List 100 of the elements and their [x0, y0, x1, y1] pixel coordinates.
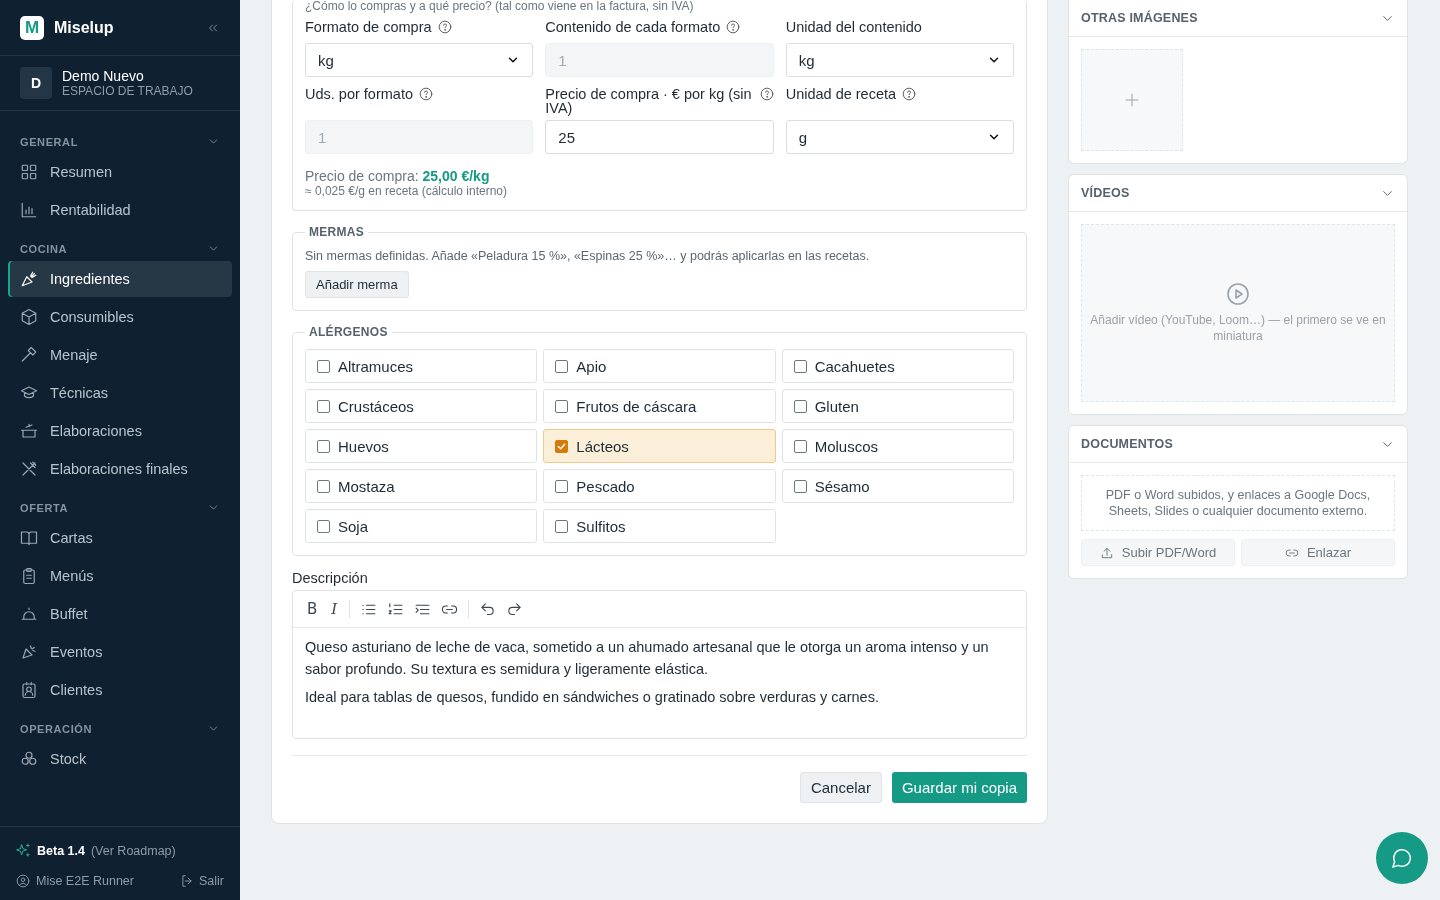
field-label: Unidad de receta: [785, 87, 897, 101]
section-heading: GENERAL: [20, 135, 78, 148]
box-icon: [20, 308, 38, 326]
checkbox[interactable]: [317, 519, 330, 533]
rich-text-editor[interactable]: [292, 590, 1027, 739]
book-icon: [20, 529, 38, 547]
nav-item[interactable]: Eventos: [8, 634, 232, 670]
boxes-icon: [20, 750, 38, 768]
nav-item[interactable]: Elaboraciones finales: [8, 451, 232, 487]
help-icon[interactable]: [902, 87, 917, 101]
nav-item[interactable]: Rentabilidad: [8, 192, 232, 228]
hint-text: ¿Cómo lo compras y a qué precio? (tal como viene en la factura, sin IVA): [305, 0, 695, 12]
logout-button[interactable]: Salir: [180, 874, 224, 888]
plus-icon: [1123, 91, 1141, 109]
nav-item[interactable]: Técnicas: [8, 375, 232, 411]
nav-item[interactable]: Buffet: [8, 596, 232, 632]
allergen-option[interactable]: Apio: [543, 349, 776, 383]
chat-button[interactable]: [1376, 832, 1428, 884]
nav-item[interactable]: Cartas: [8, 520, 232, 556]
version-label: Beta 1.4: [37, 843, 85, 858]
nav-item[interactable]: Clientes: [8, 672, 232, 708]
allergen-option[interactable]: Huevos: [305, 429, 538, 463]
allergen-option[interactable]: Pescado: [543, 469, 776, 503]
party-popper-icon: [20, 643, 38, 661]
allergen-option[interactable]: Lácteos: [543, 429, 776, 463]
select-field[interactable]: kg: [305, 43, 534, 77]
bell-icon: [20, 605, 38, 623]
allergen-option[interactable]: Gluten: [781, 389, 1014, 423]
allergen-option[interactable]: Sésamo: [781, 469, 1014, 503]
format-button[interactable]: I: [329, 600, 340, 618]
price-note: ≈ 0,025 €/g en receta (cálculo interno): [305, 184, 509, 198]
checkbox[interactable]: [793, 479, 807, 493]
nav-item[interactable]: Ingredientes: [8, 261, 232, 297]
allergen-option[interactable]: Sulfitos: [543, 509, 776, 543]
undo-icon[interactable]: [479, 600, 497, 618]
allergen-option[interactable]: Soja: [305, 509, 538, 543]
checkbox[interactable]: [555, 479, 569, 493]
nav-item[interactable]: Consumibles: [8, 299, 232, 335]
checkbox[interactable]: [555, 439, 569, 453]
allergen-option[interactable]: Altramuces: [305, 349, 538, 383]
field-label: Uds. por formato: [305, 87, 413, 101]
add-image-tile[interactable]: [1081, 49, 1183, 151]
checkbox[interactable]: [555, 399, 569, 413]
pot-icon: [20, 422, 38, 440]
play-icon: [1226, 282, 1250, 306]
checkbox[interactable]: [317, 359, 330, 373]
checkbox[interactable]: [793, 399, 807, 413]
bar-chart-icon: [20, 201, 38, 219]
workspace-avatar: D: [20, 67, 52, 99]
price-summary: Precio de compra: 25,00 €/kg: [305, 168, 491, 184]
placeholder-text: Añadir vídeo (YouTube, Loom…) — el primero se ve en miniatura: [1090, 312, 1386, 344]
panel-title: DOCUMENTOS: [1081, 437, 1174, 451]
nav-item[interactable]: Menús: [8, 558, 232, 594]
add-merma-button[interactable]: Añadir merma: [305, 271, 409, 298]
chat-icon: [1391, 847, 1413, 869]
logo: M: [20, 15, 44, 40]
allergen-option[interactable]: Moluscos: [781, 429, 1014, 463]
nav-item[interactable]: Resumen: [8, 154, 232, 190]
field-label: Descripción: [292, 570, 369, 586]
select-field[interactable]: kg: [785, 43, 1014, 77]
checkbox[interactable]: [793, 439, 807, 453]
roadmap-link[interactable]: (Ver Roadmap): [90, 843, 176, 858]
checkbox[interactable]: [793, 359, 807, 373]
save-button[interactable]: Guardar mi copia: [891, 772, 1027, 803]
upload-button[interactable]: Subir PDF/Word: [1081, 539, 1235, 566]
hammer-icon: [20, 346, 38, 364]
field-label: Formato de compra: [305, 20, 432, 34]
allergen-option[interactable]: Crustáceos: [305, 389, 538, 423]
link-button[interactable]: Enlazar: [1241, 539, 1395, 566]
field-label: Unidad del contenido: [785, 20, 922, 34]
help-icon[interactable]: [437, 20, 452, 34]
checkbox[interactable]: [317, 479, 330, 493]
description-paragraph: Ideal para tablas de quesos, fundido en sándwiches o gratinado sobre verduras y carnes.: [305, 688, 880, 707]
checkbox[interactable]: [317, 399, 330, 413]
sparkles-icon: [16, 843, 31, 858]
help-icon[interactable]: [759, 87, 774, 101]
allergen-option[interactable]: Cacahuetes: [781, 349, 1014, 383]
input-field[interactable]: 25: [545, 120, 774, 154]
select-field[interactable]: g: [785, 120, 1014, 154]
nav-item[interactable]: Stock: [8, 741, 232, 777]
upload-icon: [1099, 545, 1114, 560]
panel-title: OTRAS IMÁGENES: [1081, 11, 1198, 25]
checkbox[interactable]: [555, 519, 569, 533]
allergen-option[interactable]: Mostaza: [305, 469, 538, 503]
nav-item[interactable]: Menaje: [8, 337, 232, 373]
allergen-option[interactable]: Frutos de cáscara: [543, 389, 776, 423]
cancel-button[interactable]: Cancelar: [799, 772, 882, 803]
brand-name: Miselup: [54, 18, 115, 37]
nav-item[interactable]: Elaboraciones: [8, 413, 232, 449]
user-icon: [16, 874, 30, 888]
empty-text: Sin mermas definidas. Añade «Peladura 15 %», «Espinas 25 %»… y podrás aplicarlas en las recetas.: [305, 249, 871, 263]
section-heading: MERMAS: [308, 225, 366, 239]
documents-note: PDF o Word subidos, y enlaces a Google Docs, Sheets, Slides o cualquier documento externo.: [1081, 475, 1395, 531]
field-label: Contenido de cada formato: [545, 20, 721, 34]
grid-icon: [20, 163, 38, 181]
format-button[interactable]: B: [305, 600, 320, 618]
checkbox[interactable]: [555, 359, 569, 373]
redo-icon[interactable]: [506, 600, 524, 618]
field-label: Precio de compra · € por kg (sin IVA): [545, 87, 753, 115]
checkbox[interactable]: [317, 439, 330, 453]
